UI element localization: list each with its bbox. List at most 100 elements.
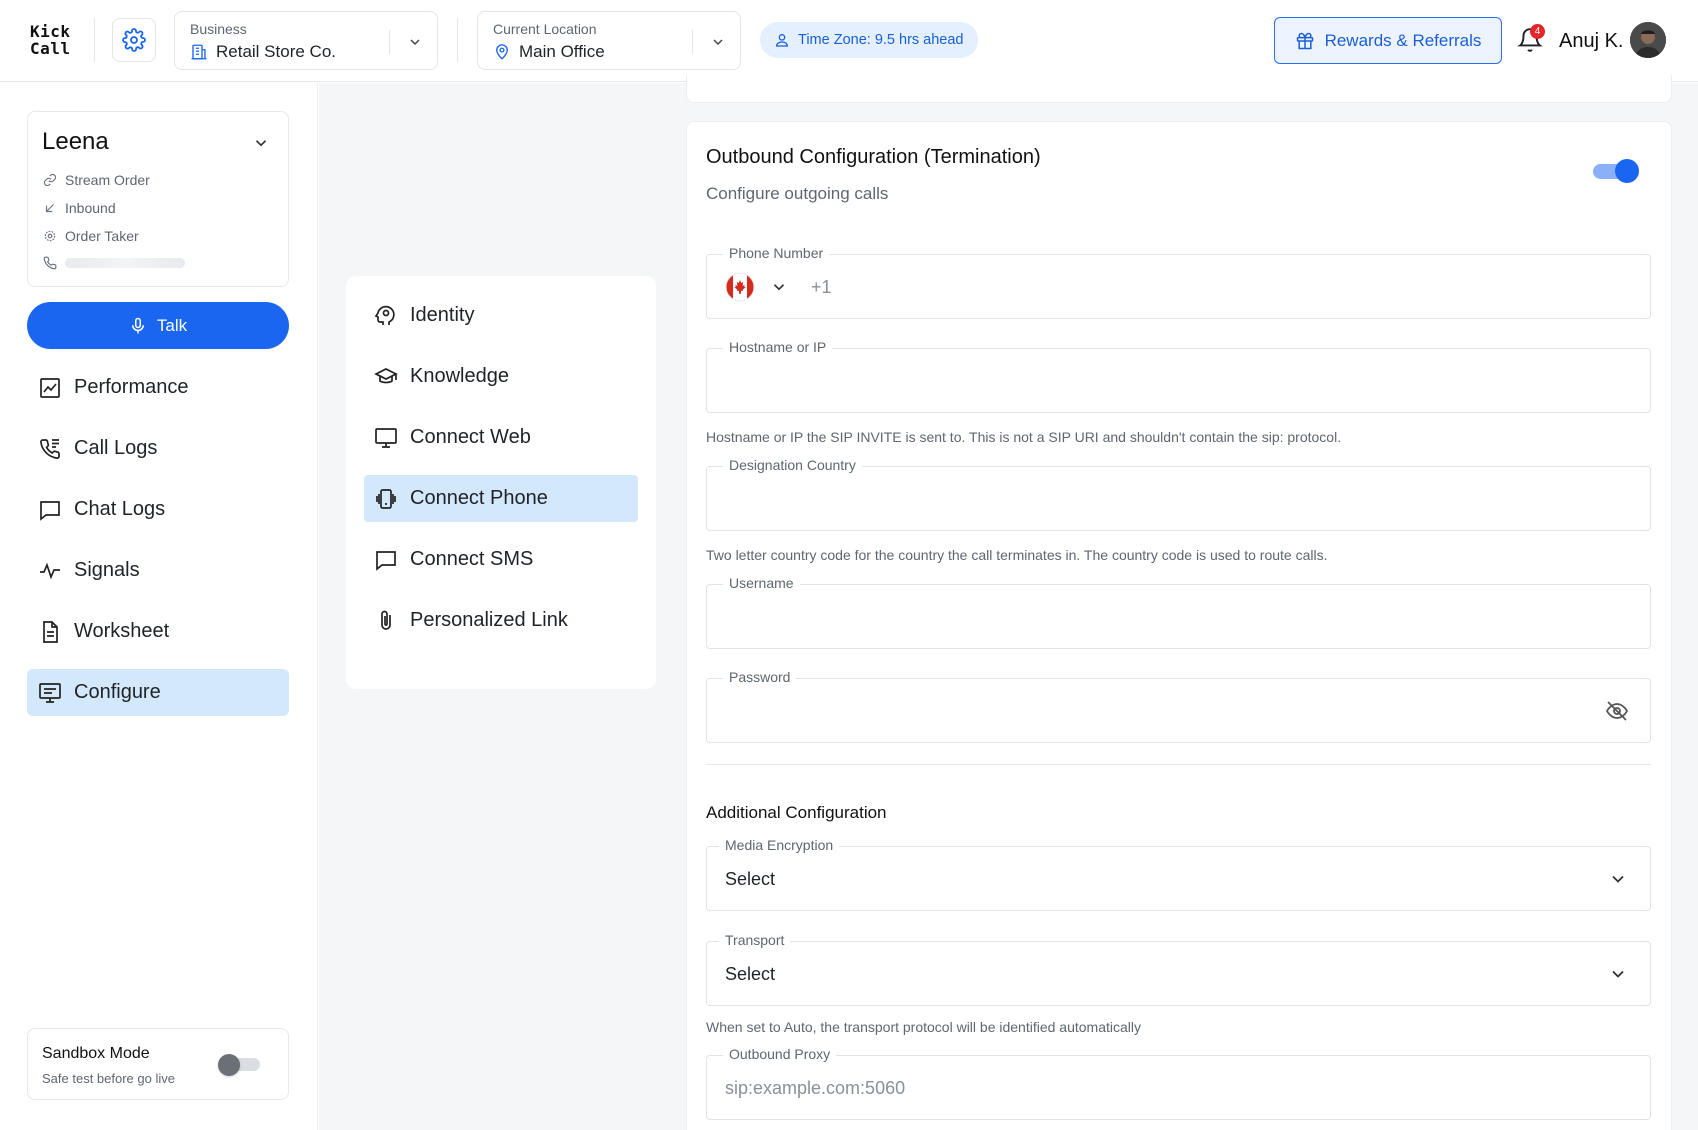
header-divider	[94, 18, 95, 62]
phone-number-field[interactable]: Phone Number +1	[706, 245, 1651, 319]
hostname-field[interactable]: Hostname or IP	[706, 339, 1651, 413]
talk-button[interactable]: Talk	[27, 302, 289, 349]
location-dropdown[interactable]: Current Location Main Office	[477, 11, 741, 70]
outbound-proxy-placeholder: sip:example.com:5060	[725, 1078, 906, 1098]
gear-icon	[122, 28, 146, 52]
redacted-phone-number	[65, 258, 185, 268]
business-dropdown[interactable]: Business Retail Store Co.	[174, 11, 438, 70]
settings-button[interactable]	[112, 18, 156, 62]
document-icon	[43, 620, 58, 643]
pulse-icon	[40, 562, 60, 579]
notification-count-badge: 4	[1530, 24, 1545, 39]
agent-name: Leena	[42, 128, 109, 155]
sidebar-item-chat-logs[interactable]: Chat Logs	[27, 486, 289, 533]
sidebar-item-performance[interactable]: Performance	[27, 364, 289, 411]
field-label: Password	[723, 669, 797, 685]
rewards-referrals-button[interactable]: Rewards & Referrals	[1274, 17, 1502, 64]
media-encryption-select[interactable]: Media Encryption Select	[706, 837, 1651, 911]
phone-log-icon	[40, 438, 60, 459]
outbound-enabled-toggle[interactable]	[1593, 158, 1639, 184]
chart-icon	[40, 377, 60, 398]
outbound-proxy-field[interactable]: Outbound Proxy sip:example.com:5060	[706, 1046, 1651, 1120]
top-header: Kick Call Business Retail Store Co. Curr…	[0, 0, 1698, 82]
submenu-item-label: Connect Phone	[410, 487, 548, 509]
select-value: Select	[725, 869, 776, 889]
sidebar-item-configure[interactable]: Configure	[27, 669, 289, 716]
agent-detail-stream-order: Stream Order	[43, 172, 150, 188]
main-content: Identity Knowledge Connect Web Connect P…	[319, 75, 1698, 1130]
graduation-cap-icon	[374, 367, 398, 383]
sandbox-toggle[interactable]	[218, 1054, 262, 1076]
paperclip-icon	[381, 610, 391, 630]
sidebar-item-signals[interactable]: Signals	[27, 547, 289, 594]
sandbox-title: Sandbox Mode	[42, 1045, 150, 1062]
configure-submenu: Identity Knowledge Connect Web Connect P…	[346, 276, 656, 689]
talk-label: Talk	[156, 315, 188, 335]
chevron-down-icon	[1612, 970, 1624, 978]
user-avatar-icon	[1630, 22, 1666, 58]
section-subtitle: Configure outgoing calls	[706, 184, 889, 203]
field-label: Designation Country	[723, 457, 862, 473]
transport-select[interactable]: Transport Select	[706, 932, 1651, 1006]
designation-country-field[interactable]: Designation Country	[706, 457, 1651, 531]
select-value: Select	[725, 964, 776, 984]
agent-card[interactable]: Leena Stream Order Inbound Order Taker	[27, 111, 289, 287]
agent-detail-phone	[43, 256, 185, 270]
submenu-item-connect-sms[interactable]: Connect SMS	[364, 536, 638, 583]
location-label: Current Location	[493, 21, 597, 37]
sidebar-item-label: Call Logs	[74, 437, 158, 459]
submenu-item-knowledge[interactable]: Knowledge	[364, 353, 638, 400]
submenu-item-label: Identity	[410, 304, 475, 326]
field-label: Media Encryption	[719, 837, 840, 853]
submenu-item-connect-web[interactable]: Connect Web	[364, 414, 638, 461]
sidebar-item-label: Performance	[74, 376, 189, 398]
outbound-configuration-card: Outbound Configuration (Termination) Con…	[686, 121, 1672, 1130]
sidebar-item-label: Worksheet	[74, 620, 170, 642]
logo-line-1: Kick	[30, 22, 71, 41]
monitor-icon	[375, 427, 397, 448]
chevron-down-icon[interactable]	[770, 278, 788, 296]
country-code-selector[interactable]	[725, 272, 755, 302]
user-icon	[775, 34, 789, 47]
chevron-down-icon	[410, 39, 420, 46]
map-pin-icon	[496, 44, 508, 60]
password-field[interactable]: Password	[706, 669, 1651, 743]
hostname-help-text: Hostname or IP the SIP INVITE is sent to…	[706, 429, 1342, 445]
business-label: Business	[190, 21, 247, 37]
user-name[interactable]: Anuj K.	[1559, 30, 1623, 53]
sandbox-mode-card: Sandbox Mode Safe test before go live	[27, 1028, 289, 1100]
agent-detail-inbound: Inbound	[43, 200, 116, 216]
microphone-icon	[131, 317, 144, 333]
submenu-item-connect-phone[interactable]: Connect Phone	[364, 475, 638, 522]
phone-icon	[43, 256, 57, 270]
submenu-item-personalized-link[interactable]: Personalized Link	[364, 597, 638, 644]
previous-section-card	[686, 75, 1672, 103]
eye-off-icon[interactable]	[1604, 699, 1630, 723]
submenu-item-identity[interactable]: Identity	[364, 292, 638, 339]
header-divider	[457, 18, 458, 62]
username-field[interactable]: Username	[706, 575, 1651, 649]
country-help-text: Two letter country code for the country …	[706, 547, 1328, 563]
chevron-down-icon[interactable]	[252, 134, 270, 152]
sidebar-item-label: Signals	[74, 559, 140, 581]
chevron-down-icon	[713, 39, 723, 46]
submenu-item-label: Connect Web	[410, 426, 531, 448]
sidebar-item-worksheet[interactable]: Worksheet	[27, 608, 289, 655]
canada-flag-icon	[725, 272, 755, 302]
country-code-prefix: +1	[811, 277, 832, 297]
sidebar-item-label: Configure	[74, 681, 161, 703]
chevron-down-icon	[1612, 875, 1624, 883]
section-title: Outbound Configuration (Termination)	[706, 146, 1041, 168]
additional-configuration-title: Additional Configuration	[706, 803, 887, 822]
agent-detail-order-taker: Order Taker	[43, 228, 139, 244]
settings-icon	[44, 230, 56, 242]
chat-icon	[40, 500, 60, 521]
section-divider	[706, 764, 1651, 765]
identity-icon	[374, 305, 395, 325]
agent-detail-text: Order Taker	[65, 228, 139, 244]
sidebar-item-call-logs[interactable]: Call Logs	[27, 425, 289, 472]
configure-icon	[39, 682, 61, 703]
avatar[interactable]	[1630, 22, 1666, 58]
agent-detail-text: Inbound	[65, 200, 116, 216]
kickcall-logo[interactable]: Kick Call	[30, 23, 71, 57]
